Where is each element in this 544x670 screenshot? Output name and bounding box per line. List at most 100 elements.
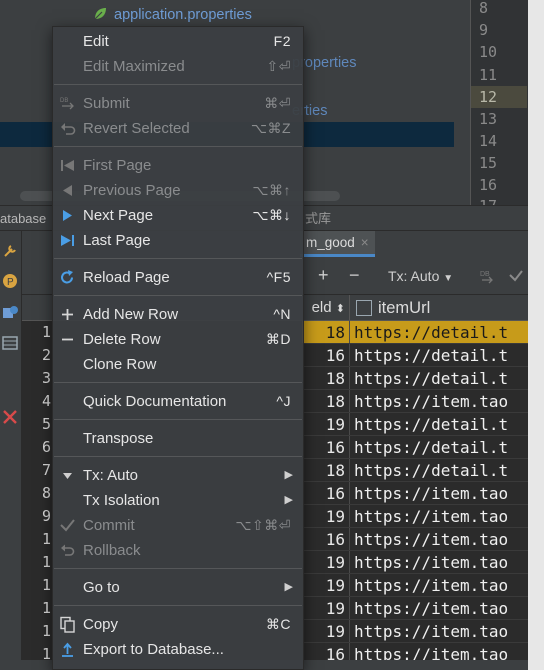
cell-itemurl[interactable]: https://item.tao bbox=[350, 620, 508, 642]
cell-id[interactable]: 19 bbox=[302, 551, 350, 573]
row-number[interactable]: 1 bbox=[22, 321, 52, 344]
cell-id[interactable]: 19 bbox=[302, 505, 350, 527]
menu-item-first-page[interactable]: First Page bbox=[53, 153, 303, 178]
row-number[interactable]: 1 bbox=[22, 620, 52, 643]
table-row[interactable]: 16 https://detail.t bbox=[302, 344, 528, 367]
menu-item-quick-documentation[interactable]: Quick Documentation ^J bbox=[53, 389, 303, 414]
menu-item-edit-maximized[interactable]: Edit Maximized ⇧⏎ bbox=[53, 54, 303, 79]
table-icon[interactable] bbox=[2, 335, 18, 351]
menu-item-tx-auto[interactable]: Tx: Auto ▶ bbox=[53, 463, 303, 488]
row-number[interactable]: 9 bbox=[22, 505, 52, 528]
cell-itemurl[interactable]: https://detail.t bbox=[350, 413, 508, 435]
menu-item-tx-isolation[interactable]: Tx Isolation ▶ bbox=[53, 488, 303, 513]
delete-row-button[interactable]: − bbox=[349, 265, 360, 285]
cell-id[interactable]: 18 bbox=[302, 321, 350, 343]
menu-item-submit[interactable]: DB Submit ⌘⏎ bbox=[53, 91, 303, 116]
cell-itemurl[interactable]: https://item.tao bbox=[350, 574, 508, 596]
menu-item-previous-page[interactable]: Previous Page ⌥⌘↑ bbox=[53, 178, 303, 203]
menu-item-add-new-row[interactable]: Add New Row ^N bbox=[53, 302, 303, 327]
cell-id[interactable]: 18 bbox=[302, 367, 350, 389]
menu-item-last-page[interactable]: Last Page bbox=[53, 228, 303, 253]
column-header-id[interactable]: eld ⬍ bbox=[302, 295, 350, 321]
menu-item-next-page[interactable]: Next Page ⌥⌘↓ bbox=[53, 203, 303, 228]
cell-id[interactable]: 18 bbox=[302, 390, 350, 412]
column-header-itemurl[interactable]: itemUrl bbox=[352, 295, 430, 321]
cell-itemurl[interactable]: https://detail.t bbox=[350, 436, 508, 458]
table-row[interactable]: 19 https://item.tao bbox=[302, 597, 528, 620]
table-row[interactable]: 16 https://detail.t bbox=[302, 436, 528, 459]
table-row[interactable]: 18 https://detail.t bbox=[302, 459, 528, 482]
table-row[interactable]: 19 https://item.tao bbox=[302, 505, 528, 528]
menu-item-delete-row[interactable]: Delete Row ⌘D bbox=[53, 327, 303, 352]
cell-itemurl[interactable]: https://item.tao bbox=[350, 390, 508, 412]
menu-item-export-to-database[interactable]: Export to Database... bbox=[53, 637, 303, 662]
cell-id[interactable]: 19 bbox=[302, 620, 350, 642]
cell-itemurl[interactable]: https://item.tao bbox=[350, 482, 508, 504]
menu-item-transpose[interactable]: Transpose bbox=[53, 426, 303, 451]
row-number[interactable]: 1 bbox=[22, 597, 52, 620]
menu-item-edit[interactable]: Edit F2 bbox=[53, 29, 303, 54]
row-number[interactable]: 2 bbox=[22, 344, 52, 367]
line-number: 8 bbox=[479, 0, 489, 17]
check-icon[interactable] bbox=[508, 269, 524, 283]
cell-itemurl[interactable]: https://item.tao bbox=[350, 597, 508, 619]
row-number[interactable]: 1 bbox=[22, 574, 52, 597]
sort-icon[interactable]: ⬍ bbox=[336, 303, 345, 315]
row-number[interactable]: 6 bbox=[22, 436, 52, 459]
table-row[interactable]: 19 https://item.tao bbox=[302, 574, 528, 597]
menu-item-clone-row[interactable]: Clone Row bbox=[53, 352, 303, 377]
menu-item-label: Edit bbox=[83, 33, 109, 50]
menu-item-label: Last Page bbox=[83, 232, 151, 249]
cell-itemurl[interactable]: https://detail.t bbox=[350, 367, 508, 389]
row-number[interactable]: 5 bbox=[22, 413, 52, 436]
cell-id[interactable]: 16 bbox=[302, 436, 350, 458]
cell-id[interactable]: 19 bbox=[302, 413, 350, 435]
row-number[interactable]: 1 bbox=[22, 528, 52, 551]
cell-id[interactable]: 18 bbox=[302, 459, 350, 481]
table-row[interactable]: 18 https://detail.t bbox=[302, 367, 528, 390]
cell-id[interactable]: 16 bbox=[302, 482, 350, 504]
cell-itemurl[interactable]: https://detail.t bbox=[350, 344, 508, 366]
reload-icon bbox=[61, 270, 73, 284]
cell-id[interactable]: 16 bbox=[302, 344, 350, 366]
cell-id[interactable]: 16 bbox=[302, 528, 350, 550]
tree-item-application-properties[interactable]: application.properties bbox=[92, 4, 252, 26]
table-row[interactable]: 19 https://item.tao bbox=[302, 551, 528, 574]
cell-id[interactable]: 19 bbox=[302, 574, 350, 596]
wrench-icon[interactable] bbox=[2, 243, 18, 259]
menu-item-rollback[interactable]: Rollback bbox=[53, 538, 303, 563]
table-row[interactable]: 19 https://item.tao bbox=[302, 620, 528, 643]
line-number: 9 bbox=[479, 21, 489, 39]
row-number[interactable]: 7 bbox=[22, 459, 52, 482]
line-number: 16 bbox=[479, 176, 498, 194]
cell-itemurl[interactable]: https://item.tao bbox=[350, 551, 508, 573]
row-number[interactable]: 8 bbox=[22, 482, 52, 505]
row-number[interactable]: 1 bbox=[22, 551, 52, 574]
tab-item-good[interactable]: m_good × bbox=[300, 231, 375, 257]
close-icon[interactable] bbox=[2, 409, 18, 425]
row-number[interactable]: 3 bbox=[22, 367, 52, 390]
properties-icon[interactable]: P bbox=[2, 273, 18, 289]
table-row[interactable]: 16 https://item.tao bbox=[302, 528, 528, 551]
close-icon[interactable]: × bbox=[361, 235, 369, 250]
add-row-button[interactable]: + bbox=[318, 265, 329, 285]
row-number[interactable]: 4 bbox=[22, 390, 52, 413]
table-row[interactable]: 16 https://item.tao bbox=[302, 482, 528, 505]
menu-item-revert-selected[interactable]: Revert Selected ⌥⌘Z bbox=[53, 116, 303, 141]
tx-auto-dropdown[interactable]: Tx: Auto ▼ bbox=[388, 268, 453, 284]
cell-itemurl[interactable]: https://detail.t bbox=[350, 321, 508, 343]
menu-item-reload-page[interactable]: Reload Page ^F5 bbox=[53, 265, 303, 290]
menu-item-copy[interactable]: Copy ⌘C bbox=[53, 612, 303, 637]
revert-icon bbox=[61, 123, 76, 135]
cell-itemurl[interactable]: https://detail.t bbox=[350, 459, 508, 481]
table-row[interactable]: 18 https://item.tao bbox=[302, 390, 528, 413]
add-datasource-icon[interactable] bbox=[2, 305, 18, 321]
menu-item-commit[interactable]: Commit ⌥⇧⌘⏎ bbox=[53, 513, 303, 538]
cell-itemurl[interactable]: https://item.tao bbox=[350, 528, 508, 550]
cell-itemurl[interactable]: https://item.tao bbox=[350, 505, 508, 527]
db-submit-icon[interactable]: DB bbox=[478, 267, 496, 285]
cell-id[interactable]: 19 bbox=[302, 597, 350, 619]
menu-item-go-to[interactable]: Go to ▶ bbox=[53, 575, 303, 600]
table-row[interactable]: 19 https://detail.t bbox=[302, 413, 528, 436]
table-row[interactable]: 18 https://detail.t bbox=[302, 321, 528, 344]
